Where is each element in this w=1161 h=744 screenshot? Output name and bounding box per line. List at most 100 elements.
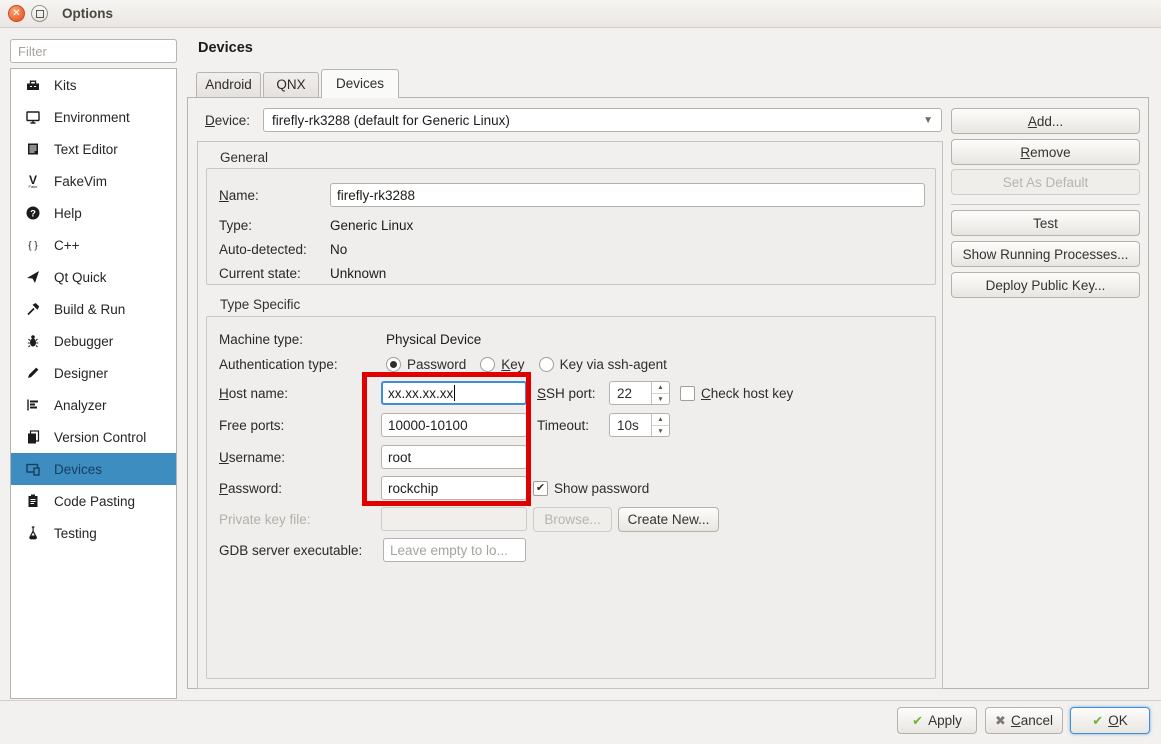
create-new-button[interactable]: Create New...: [618, 507, 719, 532]
annotation-rectangle: [362, 372, 531, 506]
flask-icon: [24, 525, 41, 542]
type-value: Generic Linux: [330, 218, 413, 233]
footer-divider: [0, 700, 1161, 701]
window-title: Options: [62, 6, 113, 21]
close-icon[interactable]: ✕: [8, 5, 25, 22]
clipboard-icon: [24, 493, 41, 510]
bug-icon: [24, 333, 41, 350]
browse-button[interactable]: Browse...: [533, 507, 612, 532]
check-host-key-checkbox[interactable]: Check host key: [680, 386, 793, 401]
chart-icon: [24, 397, 41, 414]
filter-input[interactable]: [10, 39, 177, 63]
sidebar-item-label: Devices: [54, 462, 102, 477]
fakevim-icon: VFake: [24, 173, 41, 190]
cancel-button[interactable]: ✖ Cancel: [985, 707, 1063, 734]
device-detail-frame: General Name: Type: Generic Linux Auto-d…: [197, 141, 943, 689]
host-name-label: Host name:: [219, 386, 381, 401]
radio-key[interactable]: Key: [480, 357, 524, 372]
radio-password[interactable]: Password: [386, 357, 466, 372]
sidebar-item-label: Version Control: [54, 430, 146, 445]
devices-icon: [24, 461, 41, 478]
radio-password-label: Password: [407, 357, 466, 372]
sidebar-item-debugger[interactable]: Debugger: [11, 325, 176, 357]
sidebar-item-label: Build & Run: [54, 302, 125, 317]
sidebar-item-label: Help: [54, 206, 82, 221]
set-as-default-button[interactable]: Set As Default: [951, 169, 1140, 195]
machine-type-value: Physical Device: [386, 332, 481, 347]
timeout-label: Timeout:: [537, 418, 599, 433]
radio-icon: [386, 357, 401, 372]
paper-plane-icon: [24, 269, 41, 286]
sidebar-item-qt-quick[interactable]: Qt Quick: [11, 261, 176, 293]
sidebar-item-devices[interactable]: Devices: [11, 453, 176, 485]
radio-key-label: Key: [501, 357, 524, 372]
title-bar: ✕ Options: [0, 0, 1161, 28]
current-state-label: Current state:: [219, 266, 330, 281]
svg-text:?: ?: [30, 209, 36, 220]
sidebar-item-label: C++: [54, 238, 80, 253]
devices-tab-panel: Device: firefly-rk3288 (default for Gene…: [187, 97, 1149, 689]
sidebar-item-label: Text Editor: [54, 142, 118, 157]
show-running-processes-button[interactable]: Show Running Processes...: [951, 241, 1140, 267]
apply-button[interactable]: ✔ Apply: [897, 707, 977, 734]
sidebar-item-testing[interactable]: Testing: [11, 517, 176, 549]
cancel-button-label: Cancel: [1011, 713, 1053, 728]
private-key-file-input[interactable]: [381, 507, 527, 531]
sidebar-item-text-editor[interactable]: Text Editor: [11, 133, 176, 165]
radio-key-ssh-agent[interactable]: Key via ssh-agent: [539, 357, 667, 372]
sidebar-item-cpp[interactable]: { } C++: [11, 229, 176, 261]
tab-android[interactable]: Android: [196, 72, 261, 97]
sidebar-item-code-pasting[interactable]: Code Pasting: [11, 485, 176, 517]
radio-icon: [539, 357, 554, 372]
ok-button[interactable]: ✔ OK: [1070, 707, 1150, 734]
show-password-label: Show password: [554, 481, 649, 496]
pencil-icon: [24, 365, 41, 382]
spinner-arrows-icon[interactable]: ▲▼: [651, 414, 669, 436]
pages-icon: [24, 429, 41, 446]
gdb-server-executable-input[interactable]: [383, 538, 526, 562]
name-input[interactable]: [330, 183, 925, 207]
tab-qnx[interactable]: QNX: [263, 72, 319, 97]
remove-button[interactable]: Remove: [951, 139, 1140, 165]
sidebar-item-analyzer[interactable]: Analyzer: [11, 389, 176, 421]
sidebar-item-environment[interactable]: Environment: [11, 101, 176, 133]
ssh-port-spinbox[interactable]: 22 ▲▼: [609, 381, 670, 405]
checkbox-icon: [680, 386, 695, 401]
sidebar-item-kits[interactable]: Kits: [11, 69, 176, 101]
sidebar-item-version-control[interactable]: Version Control: [11, 421, 176, 453]
radio-icon: [480, 357, 495, 372]
chevron-down-icon: ▼: [923, 115, 933, 126]
sidebar-item-label: Kits: [54, 78, 77, 93]
sidebar-item-build-run[interactable]: Build & Run: [11, 293, 176, 325]
tab-devices[interactable]: Devices: [321, 69, 399, 98]
sidebar-item-label: Designer: [54, 366, 108, 381]
deploy-public-key-button[interactable]: Deploy Public Key...: [951, 272, 1140, 298]
authentication-type-label: Authentication type:: [219, 357, 386, 372]
ssh-port-value: 22: [610, 386, 651, 401]
general-group-title: General: [220, 150, 268, 165]
free-ports-label: Free ports:: [219, 418, 381, 433]
sidebar-item-fakevim[interactable]: VFake FakeVim: [11, 165, 176, 197]
monitor-icon: [24, 109, 41, 126]
type-specific-group-title: Type Specific: [220, 297, 300, 312]
timeout-spinbox[interactable]: 10s ▲▼: [609, 413, 670, 437]
test-button[interactable]: Test: [951, 210, 1140, 236]
sidebar-item-designer[interactable]: Designer: [11, 357, 176, 389]
page-title: Devices: [198, 40, 253, 56]
device-selector-label: Device:: [205, 113, 250, 128]
sidebar-item-label: Debugger: [54, 334, 113, 349]
device-combobox[interactable]: firefly-rk3288 (default for Generic Linu…: [263, 108, 942, 132]
button-separator: [951, 204, 1140, 205]
svg-text:Fake: Fake: [28, 184, 38, 189]
maximize-icon[interactable]: [31, 5, 48, 22]
check-icon: ✔: [912, 714, 923, 727]
ssh-port-label: SSH port:: [537, 386, 599, 401]
add-button[interactable]: Add...: [951, 108, 1140, 134]
spinner-arrows-icon[interactable]: ▲▼: [651, 382, 669, 404]
machine-type-label: Machine type:: [219, 332, 386, 347]
auto-detected-label: Auto-detected:: [219, 242, 330, 257]
sidebar-item-help[interactable]: ? Help: [11, 197, 176, 229]
show-password-checkbox[interactable]: ✔ Show password: [533, 481, 649, 496]
x-icon: ✖: [995, 714, 1006, 727]
sidebar-item-label: Testing: [54, 526, 97, 541]
